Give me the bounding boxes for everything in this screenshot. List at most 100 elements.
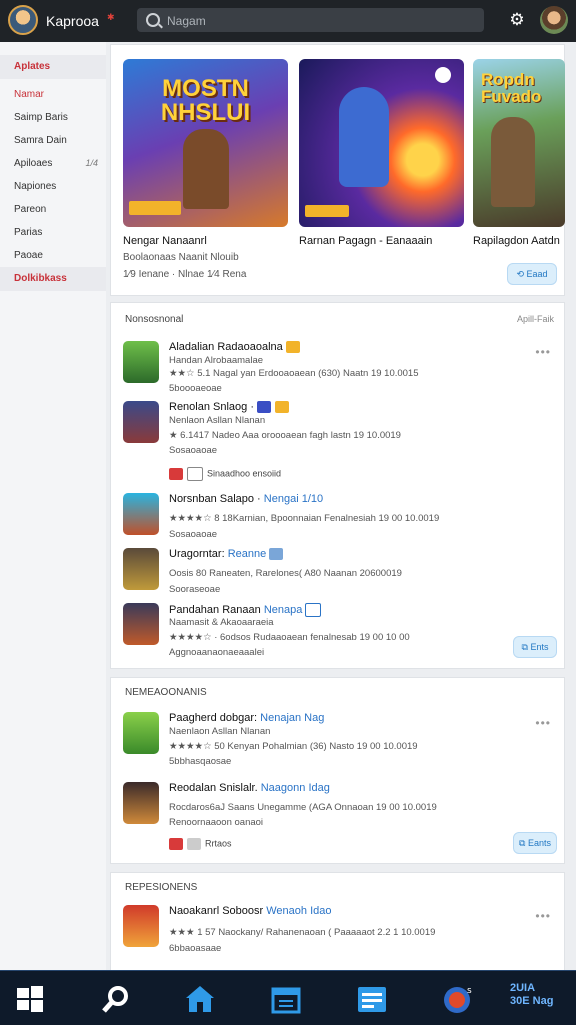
character-figure — [491, 117, 535, 207]
featured-game-art-2[interactable] — [299, 59, 464, 227]
app-rating-line: ★★★★☆ 8 18Karnian, Bpoonnaian Fenalnesia… — [169, 513, 440, 524]
featured-subtitle: Boolaonaas Naanit Nlouib — [123, 252, 239, 263]
list-item[interactable]: Uragorntar: Reanne Oosis 80 Raneaten, Ra… — [123, 548, 553, 595]
app-title: Uragorntar: Reanne — [169, 548, 287, 561]
badge-icon — [269, 548, 284, 561]
list-item[interactable]: Aladalian Radaoaoalna Handan Alrobaamala… — [123, 341, 553, 394]
search-input[interactable] — [165, 10, 469, 32]
section-see-all[interactable]: Apill-Faik — [517, 314, 554, 324]
search-icon — [146, 13, 160, 27]
app-rating-line: ★★★★☆ 50 Kenyan Pohalmian (36) Nasto 19 … — [169, 741, 418, 752]
sidebar-item-apiloaes[interactable]: Apiloaes 1/4 — [0, 152, 106, 176]
list-item[interactable]: Norsnban Salapo · Nengai 1/10 ★★★★☆ 8 18… — [123, 493, 553, 540]
game-badge — [305, 205, 349, 217]
sidebar-item-label: Parias — [14, 227, 43, 238]
character-figure — [183, 129, 229, 209]
more-options-icon[interactable]: ••• — [535, 909, 551, 923]
section-open-button[interactable]: ⧉ Ents — [513, 636, 557, 658]
app-meta: Aggnoaanaonaeaaalei — [169, 647, 265, 658]
notification-dot: ✱ — [107, 12, 115, 22]
list-item[interactable]: Renolan Snlaog · Nenlaon Asllan Nlanan ★… — [123, 401, 553, 481]
search-icon[interactable] — [100, 983, 132, 1015]
section-open-button[interactable]: ⧉ Eants — [513, 832, 557, 854]
featured-title-3[interactable]: Rapilagdon Aatdn — [473, 235, 560, 247]
list-item[interactable]: Naoakanrl Soboosr Wenaoh Idao ★★★ 1 57 N… — [123, 905, 553, 957]
app-icon — [123, 493, 159, 535]
app-title-text: Renolan Snlaog · — [169, 401, 255, 413]
system-clock[interactable]: 2UIA 30E Nag — [510, 982, 553, 1008]
sidebar-item-aplates[interactable]: Aplates — [0, 55, 106, 79]
sidebar-item-paoae[interactable]: Paoae — [0, 244, 106, 268]
sidebar-item-pareon[interactable]: Pareon — [0, 198, 106, 222]
section-title: Nonsosnonal — [125, 314, 184, 325]
featured-title-2[interactable]: Rarnan Pagagn - Eanaaain — [299, 235, 432, 247]
app-title-text: Pandahan Ranaan — [169, 603, 264, 616]
app-title: Renolan Snlaog · — [169, 401, 293, 414]
windows-start-icon[interactable] — [14, 983, 46, 1015]
taskbar: s — [0, 970, 576, 1025]
app-icon — [123, 712, 159, 754]
app-publisher: Naamasit & Akaoaaraeia — [169, 617, 274, 628]
featured-title-1[interactable]: Nengar Nanaanrl — [123, 235, 207, 247]
app-title: Naoakanrl Soboosr Wenaoh Idao — [169, 905, 331, 917]
app-publisher: Nenlaon Asllan Nlanan — [169, 415, 266, 426]
list-item[interactable]: Paagherd dobgar: Nenajan Nag Naenlaon As… — [123, 712, 553, 767]
section-popular: REPESIONENS Naoakanrl Soboosr Wenaoh Ida… — [110, 872, 565, 972]
app-title-text: Norsnban Salapo · — [169, 493, 261, 505]
sidebar-item-saimp-baris[interactable]: Saimp Baris — [0, 106, 106, 130]
sidebar-item-parias[interactable]: Parias — [0, 221, 106, 245]
app-title-tag: Nenajan Nag — [260, 712, 325, 724]
home-icon[interactable] — [184, 983, 216, 1015]
user-avatar[interactable] — [540, 6, 568, 34]
app-title: Pandahan Ranaan Nenapa — [169, 603, 325, 617]
app-icon — [123, 782, 159, 824]
app-icon — [123, 603, 159, 645]
featured-game-art-1[interactable]: MOSTN NHSLUI — [123, 59, 288, 227]
app-meta: Sooraseoae — [169, 584, 221, 595]
library-icon[interactable] — [356, 983, 388, 1015]
settings-icon[interactable]: ⚙ — [508, 11, 526, 29]
favorite-icon[interactable] — [435, 67, 451, 83]
app-rating-line: ★ 6.1417 Nadeo Aaa oroooaean fagh lastn … — [169, 430, 401, 441]
featured-game-art-3[interactable]: Ropdn Fuvado — [473, 59, 565, 227]
app-icon — [123, 905, 159, 947]
sidebar-item-napiones[interactable]: Napiones — [0, 175, 106, 199]
app-tags: Sinaadhoo ensoiid — [169, 467, 281, 481]
featured-open-button[interactable]: ⟲ Eaad — [507, 263, 557, 285]
app-meta: 5bbhasqaosae — [169, 756, 232, 767]
game-badge — [129, 201, 181, 215]
list-item[interactable]: Reodalan Snislalr. Naagonn Idag Rocdaros… — [123, 782, 553, 856]
sidebar-item-samra-dain[interactable]: Samra Dain — [0, 129, 106, 153]
section-recommended: NEMEAOONANIS Paagherd dobgar: Nenajan Na… — [110, 677, 565, 864]
tag-text: Sinaadhoo ensoiid — [207, 468, 282, 479]
list-item[interactable]: Pandahan Ranaan Nenapa Naamasit & Akaoaa… — [123, 603, 553, 663]
app-publisher: Naenlaon Asllan Nlanan — [169, 726, 271, 737]
app-meta: Renoornaaoon oanaoi — [169, 817, 264, 828]
app-title-text: Aladalian Radaoaoalna — [169, 341, 283, 353]
store-icon[interactable] — [270, 983, 302, 1015]
sidebar-item-namar[interactable]: Namar — [0, 83, 106, 107]
game-art-title: MOSTN NHSLUI — [160, 75, 251, 126]
tag-icon — [169, 468, 183, 480]
tag-icon — [187, 467, 203, 481]
app-title-text: Paagherd dobgar: — [169, 712, 261, 724]
section-title: NEMEAOONANIS — [125, 687, 207, 698]
more-options-icon[interactable]: ••• — [535, 716, 551, 730]
app-title-tag: Wenaoh Idao — [266, 905, 332, 917]
app-title-tag: Nenapa — [263, 603, 303, 616]
tag-icon — [169, 838, 183, 850]
sidebar-item-dolkibkass[interactable]: Dolkibkass — [0, 267, 106, 291]
app-title-text: Reodalan Snislalr. — [169, 782, 261, 794]
game-app-icon[interactable]: s — [442, 983, 474, 1015]
search-box[interactable] — [137, 8, 484, 32]
app-title: Reodalan Snislalr. Naagonn Idag — [169, 782, 330, 794]
svg-text:s: s — [467, 986, 472, 996]
app-title-text: Naoakanrl Soboosr — [169, 905, 267, 917]
badge-icon — [285, 341, 300, 354]
sidebar-item-count: 1/4 — [85, 158, 98, 168]
sidebar-item-label: Namar — [14, 89, 45, 100]
app-title-text: Uragorntar: — [169, 548, 228, 560]
app-meta: Sosaoaoae — [169, 529, 218, 540]
sidebar-item-label: Apiloaes — [14, 158, 53, 169]
more-options-icon[interactable]: ••• — [535, 345, 551, 359]
